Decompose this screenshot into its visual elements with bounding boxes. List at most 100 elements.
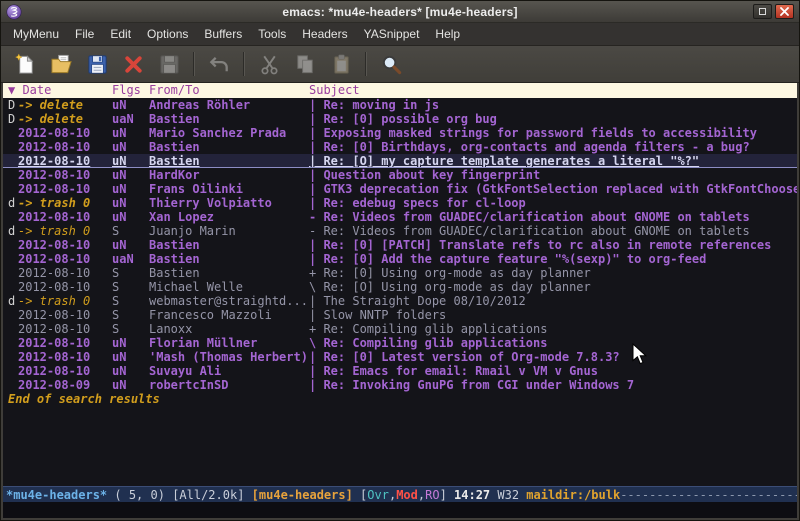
message-row[interactable]: d -> trash 0 S webmaster@straightd... | …: [3, 294, 797, 308]
message-row[interactable]: d -> trash 0 uN Thierry Volpiatto | Re: …: [3, 196, 797, 210]
row-marker: d: [3, 294, 18, 308]
toolbar-save-button[interactable]: [79, 49, 115, 80]
row-from: Francesco Mazzoli: [149, 308, 309, 322]
row-from: HardKor: [149, 168, 309, 182]
row-from: Bastien: [149, 252, 309, 266]
message-row[interactable]: 2012-08-10 uN Mario Sanchez Prada | Expo…: [3, 126, 797, 140]
message-row[interactable]: 2012-08-10 uaN Bastien | Re: [0] Add the…: [3, 252, 797, 266]
header-col-flags[interactable]: Flgs: [112, 83, 149, 98]
close-button[interactable]: [775, 4, 794, 19]
message-row[interactable]: 2012-08-10 S Michael Welle \ Re: [O] Usi…: [3, 280, 797, 294]
message-row[interactable]: 2012-08-10 uN Bastien | Re: [0] Birthday…: [3, 140, 797, 154]
message-row[interactable]: d -> trash 0 S Juanjo Marin - Re: Videos…: [3, 224, 797, 238]
row-subject: | Question about key fingerprint: [309, 168, 797, 182]
row-flags: uN: [112, 182, 149, 196]
toolbar-save-as-button[interactable]: [151, 49, 187, 80]
row-marker: [3, 154, 18, 167]
menu-item-help[interactable]: Help: [427, 23, 468, 45]
row-flags: S: [112, 308, 149, 322]
row-from: Mario Sanchez Prada: [149, 126, 309, 140]
row-marker: [3, 350, 18, 364]
message-row[interactable]: 2012-08-10 S Bastien + Re: [0] Using org…: [3, 266, 797, 280]
row-date: 2012-08-10: [18, 280, 112, 294]
menu-item-yasnippet[interactable]: YASnippet: [356, 23, 428, 45]
modeline-segment-ro: RO: [425, 488, 439, 502]
toolbar-open-file-button[interactable]: [43, 49, 79, 80]
row-from: webmaster@straightd...: [149, 294, 309, 308]
cut-icon: [258, 53, 281, 76]
menu-item-headers[interactable]: Headers: [294, 23, 355, 45]
row-flags: uN: [112, 238, 149, 252]
message-row[interactable]: D -> delete uaN Bastien | Re: [0] possib…: [3, 112, 797, 126]
row-from: Florian Müllner: [149, 336, 309, 350]
message-row[interactable]: 2012-08-10 uN Xan Lopez - Re: Videos fro…: [3, 210, 797, 224]
toolbar-search-button[interactable]: [373, 49, 409, 80]
row-from: Michael Welle: [149, 280, 309, 294]
message-row[interactable]: 2012-08-10 uN Bastien | Re: [0] [PATCH] …: [3, 238, 797, 252]
undo-icon: [208, 53, 231, 76]
menu-item-mymenu[interactable]: MyMenu: [5, 23, 67, 45]
menu-item-options[interactable]: Options: [139, 23, 196, 45]
titlebar[interactable]: emacs: *mu4e-headers* [mu4e-headers]: [1, 1, 799, 23]
message-row[interactable]: 2012-08-10 S Lanoxx + Re: Compiling glib…: [3, 322, 797, 336]
row-date: -> trash 0: [18, 294, 112, 308]
open-folder-icon: [50, 53, 73, 76]
row-from: Bastien: [149, 266, 309, 280]
echo-area[interactable]: [3, 502, 797, 518]
toolbar-close-buffer-button[interactable]: [115, 49, 151, 80]
close-icon: [780, 7, 789, 16]
message-row[interactable]: 2012-08-10 uN Florian Müllner \ Re: Comp…: [3, 336, 797, 350]
toolbar-cut-button[interactable]: [251, 49, 287, 80]
emacs-window: emacs: *mu4e-headers* [mu4e-headers] MyM…: [0, 0, 800, 521]
row-flags: uN: [112, 168, 149, 182]
message-row[interactable]: 2012-08-10 uN 'Mash (Thomas Herbert) | R…: [3, 350, 797, 364]
message-row[interactable]: D -> delete uN Andreas Röhler | Re: movi…: [3, 98, 797, 112]
row-marker: [3, 182, 18, 196]
new-file-icon: [14, 53, 37, 76]
row-from: robertcInSD: [149, 378, 309, 392]
menubar: MyMenuFileEditOptionsBuffersToolsHeaders…: [1, 23, 799, 46]
message-row[interactable]: 2012-08-10 S Francesco Mazzoli | Slow NN…: [3, 308, 797, 322]
message-row[interactable]: 2012-08-10 uN Frans Oilinki | GTK3 depre…: [3, 182, 797, 196]
row-date: 2012-08-10: [18, 252, 112, 266]
modeline: *mu4e-headers* ( 5, 0) [All/2.0k] [mu4e-…: [3, 486, 797, 502]
row-from: Frans Oilinki: [149, 182, 309, 196]
modeline-segment-mode: [mu4e-headers]: [252, 488, 353, 502]
modeline-segment-plain: ( 5, 0): [107, 488, 172, 502]
row-date: -> trash 0: [18, 196, 112, 210]
row-date: 2012-08-10: [18, 350, 112, 364]
message-row[interactable]: 2012-08-10 uN HardKor | Question about k…: [3, 168, 797, 182]
header-col-subject[interactable]: Subject: [309, 83, 797, 98]
menu-item-tools[interactable]: Tools: [250, 23, 294, 45]
row-date: 2012-08-10: [18, 364, 112, 378]
row-flags: uN: [112, 336, 149, 350]
row-subject: - Re: Videos from GUADEC/clarification a…: [309, 224, 797, 238]
toolbar-copy-button[interactable]: [287, 49, 323, 80]
toolbar-new-file-button[interactable]: [7, 49, 43, 80]
frame-body: ▼ Date Flgs From/To Subject D -> delete …: [1, 83, 799, 520]
search-icon: [380, 53, 403, 76]
header-col-from[interactable]: From/To: [149, 83, 309, 98]
emacs-app-icon: [6, 4, 22, 20]
menu-item-buffers[interactable]: Buffers: [196, 23, 250, 45]
row-date: 2012-08-10: [18, 238, 112, 252]
row-date: 2012-08-10: [18, 182, 112, 196]
toolbar-undo-button[interactable]: [201, 49, 237, 80]
row-from: Bastien: [149, 238, 309, 252]
row-from: 'Mash (Thomas Herbert): [149, 350, 309, 364]
row-subject: | Re: [0] Birthdays, org-contacts and ag…: [309, 140, 797, 154]
toolbar-paste-button[interactable]: [323, 49, 359, 80]
row-marker: [3, 266, 18, 280]
header-col-date[interactable]: ▼ Date: [3, 83, 112, 98]
message-row[interactable]: 2012-08-10 uN Bastien | Re: [O] my captu…: [3, 154, 797, 168]
save-icon: [86, 53, 109, 76]
maximize-button[interactable]: [753, 4, 772, 19]
message-row[interactable]: 2012-08-09 uN robertcInSD | Re: Invoking…: [3, 378, 797, 392]
row-subject: | Re: [0] possible org bug: [309, 112, 797, 126]
menu-item-file[interactable]: File: [67, 23, 102, 45]
row-from: Andreas Röhler: [149, 98, 309, 112]
close-buffer-icon: [122, 53, 145, 76]
message-row[interactable]: 2012-08-10 uN Suvayu Ali | Re: Emacs for…: [3, 364, 797, 378]
row-subject: | GTK3 deprecation fix (GtkFontSelection…: [309, 182, 797, 196]
menu-item-edit[interactable]: Edit: [102, 23, 139, 45]
